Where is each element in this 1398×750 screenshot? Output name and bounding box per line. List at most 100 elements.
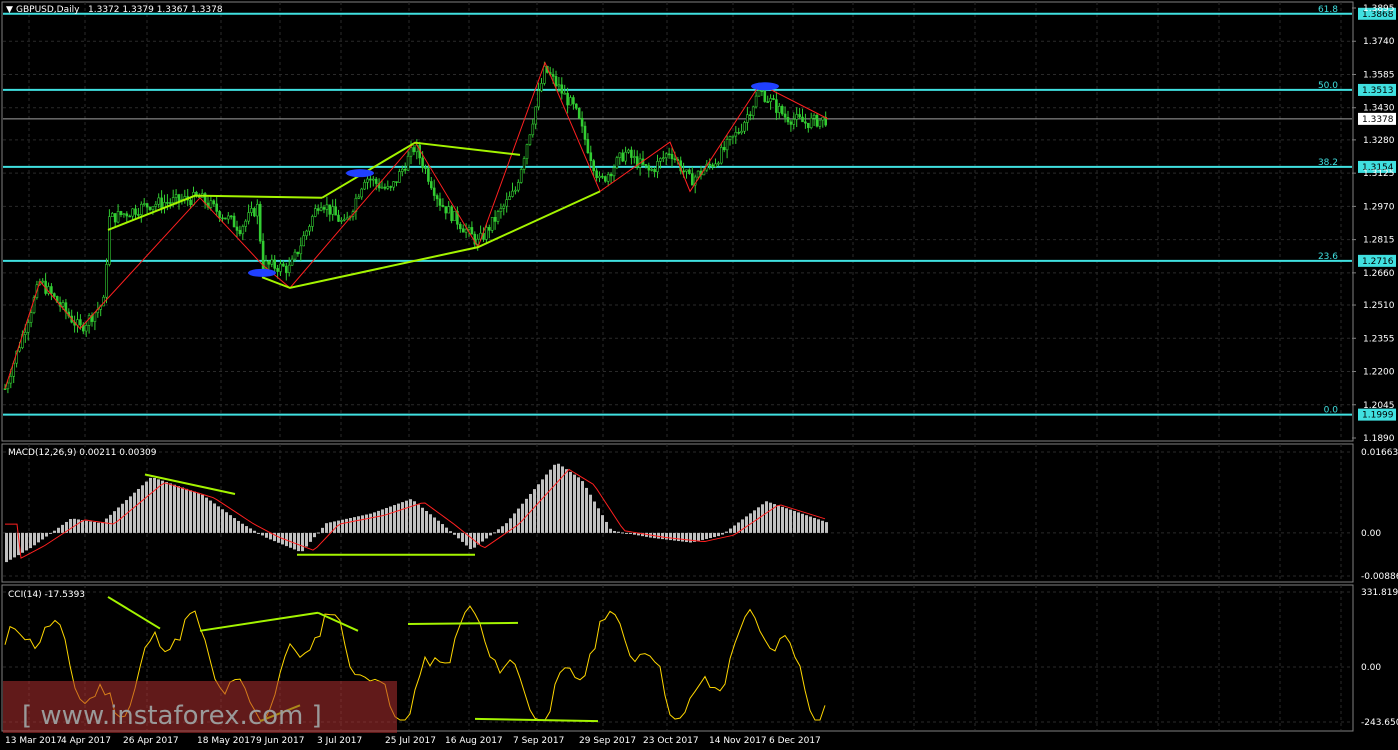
time-axis: 13 Mar 20174 Apr 201726 Apr 201718 May 2… — [5, 736, 821, 746]
macd-histogram-bar — [713, 533, 716, 537]
candle-body — [332, 207, 334, 215]
macd-histogram-bar — [449, 531, 452, 533]
ohlc-readout: 1.3372 1.3379 1.3367 1.3378 — [88, 5, 223, 15]
candle-body — [735, 132, 737, 136]
candle-body — [396, 182, 398, 183]
candle-body — [10, 376, 12, 383]
candle-body — [442, 205, 444, 206]
fib-level-ratio: 0.0 — [1324, 406, 1339, 416]
macd-histogram-bar — [661, 533, 664, 539]
macd-histogram-bar — [85, 521, 88, 533]
candle-body — [744, 122, 746, 131]
macd-histogram-bar — [289, 533, 292, 548]
cci-y-tick-label: -243.6500 — [1361, 718, 1398, 728]
macd-histogram-bar — [573, 475, 576, 533]
candle-body — [175, 195, 177, 198]
macd-histogram-bar — [417, 505, 420, 533]
candle-body — [306, 231, 308, 236]
candle-body — [752, 107, 754, 116]
candle-body — [610, 174, 612, 176]
macd-histogram-bar — [537, 484, 540, 533]
candle-body — [494, 217, 496, 221]
macd-histogram-bar — [725, 532, 728, 533]
x-tick-label: 13 Mar 2017 — [5, 736, 62, 746]
candle-body — [654, 169, 656, 171]
candle-body — [430, 181, 432, 187]
candle-body — [216, 204, 218, 211]
candle-body — [558, 85, 560, 86]
macd-histogram-bar — [493, 532, 496, 533]
macd-histogram-bar — [69, 519, 72, 533]
macd-histogram-bar — [381, 509, 384, 532]
trading-chart: 61.81.386850.01.351338.21.315423.61.2716… — [0, 0, 1398, 750]
macd-histogram-bar — [49, 533, 52, 534]
macd-histogram-bar — [33, 533, 36, 545]
candle-body — [230, 216, 232, 217]
candle-body — [593, 161, 595, 171]
candle-body — [288, 265, 290, 272]
macd-histogram-bar — [785, 508, 788, 533]
macd-histogram-bar — [169, 483, 172, 532]
candle-body — [561, 85, 563, 94]
candle-body — [129, 216, 131, 217]
candle-body — [625, 152, 627, 161]
macd-histogram-bar — [701, 533, 704, 540]
fib-level-ratio: 23.6 — [1318, 252, 1338, 262]
candle-body — [161, 198, 163, 208]
candle-body — [622, 153, 624, 161]
candle-body — [439, 199, 441, 206]
candle-body — [732, 136, 734, 137]
fib-price-label: 1.3513 — [1362, 86, 1394, 96]
candle-body — [512, 191, 514, 196]
candle-body — [514, 190, 516, 191]
candle-body — [686, 170, 688, 172]
candle-body — [24, 332, 26, 334]
fib-level-ratio: 38.2 — [1318, 158, 1338, 168]
macd-histogram-bar — [217, 506, 220, 533]
fib-price-label: 1.2716 — [1362, 257, 1394, 267]
candle-body — [445, 207, 447, 213]
macd-histogram-bar — [145, 482, 148, 533]
candle-body — [88, 315, 90, 325]
candle-body — [578, 108, 580, 118]
y-tick-label: 1.2200 — [1363, 368, 1395, 378]
candle-body — [291, 259, 293, 265]
macd-histogram-bar — [369, 514, 372, 533]
macd-histogram-bar — [229, 515, 232, 533]
macd-histogram-bar — [361, 515, 364, 533]
candle-body — [361, 189, 363, 197]
macd-histogram-bar — [489, 533, 492, 536]
candle-body — [671, 154, 673, 159]
fib-level-ratio: 50.0 — [1318, 81, 1338, 91]
candle-body — [813, 115, 815, 118]
candle-body — [715, 164, 717, 167]
macd-histogram-bar — [677, 533, 680, 541]
candle-body — [132, 209, 134, 216]
candle-body — [683, 171, 685, 172]
candle-body — [367, 179, 369, 182]
macd-histogram-bar — [513, 513, 516, 532]
candle-body — [488, 227, 490, 230]
candle-body — [587, 139, 589, 152]
candle-body — [335, 207, 337, 215]
candle-body — [584, 126, 586, 139]
macd-histogram-bar — [613, 531, 616, 533]
candle-body — [114, 213, 116, 222]
candle-body — [320, 207, 322, 210]
swing-marker — [751, 82, 779, 90]
macd-histogram-bar — [557, 464, 560, 533]
candle-body — [688, 170, 690, 174]
candle-body — [398, 172, 400, 183]
macd-histogram-bar — [353, 517, 356, 533]
macd-histogram-bar — [105, 519, 108, 533]
main-panel-frame — [2, 2, 1353, 441]
macd-histogram-bar — [441, 524, 444, 533]
chart-title-arrow[interactable]: ▼ — [6, 5, 13, 15]
macd-histogram-bar — [101, 522, 104, 533]
macd-histogram-bar — [609, 529, 612, 533]
candle-body — [503, 206, 505, 208]
macd-histogram-bar — [149, 478, 152, 533]
macd-histogram-bar — [365, 515, 368, 533]
macd-histogram-bar — [741, 519, 744, 532]
macd-histogram-bar — [129, 496, 132, 533]
